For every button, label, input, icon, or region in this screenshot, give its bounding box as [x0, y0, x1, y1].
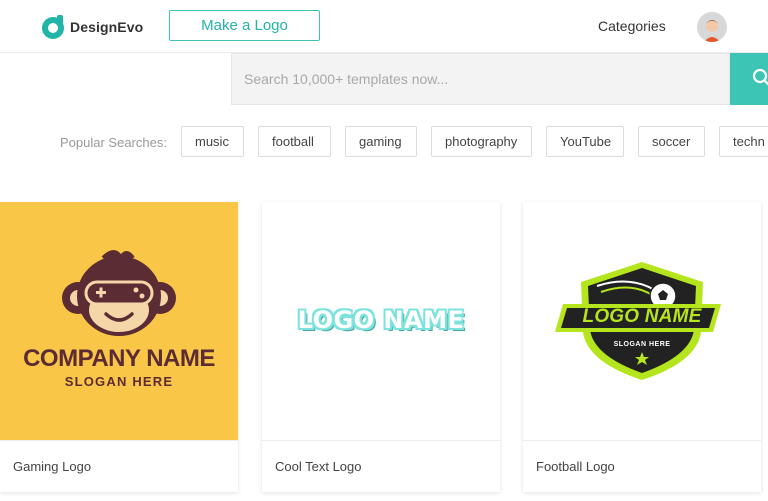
avatar-icon — [697, 12, 727, 42]
monkey-gamer-icon — [62, 250, 176, 336]
football-logo-preview[interactable]: LOGO NAME SLOGAN HERE — [523, 202, 761, 440]
card-caption[interactable]: Cool Text Logo — [262, 440, 500, 492]
card-caption[interactable]: Football Logo — [523, 440, 761, 492]
user-avatar[interactable] — [697, 12, 727, 42]
chip-photography[interactable]: photography — [431, 126, 532, 157]
chip-music[interactable]: music — [181, 126, 244, 157]
make-a-logo-button[interactable]: Make a Logo — [169, 10, 320, 41]
search-icon — [752, 68, 768, 86]
chip-youtube[interactable]: YouTube — [546, 126, 624, 157]
popular-searches-chips: music football gaming photography YouTub… — [181, 126, 768, 159]
chip-gaming[interactable]: gaming — [345, 126, 417, 157]
template-card-gaming[interactable]: COMPANY NAME SLOGAN HERE Gaming Logo — [0, 202, 238, 492]
chip-technology[interactable]: techn — [719, 126, 768, 157]
popular-searches-label: Popular Searches: — [60, 135, 167, 150]
football-logo-name: LOGO NAME — [582, 306, 702, 327]
brand-name: DesignEvo — [70, 19, 144, 35]
template-card-cool-text[interactable]: LOGO NAME Cool Text Logo — [262, 202, 500, 492]
categories-menu[interactable]: Categories — [598, 18, 666, 34]
search-input[interactable] — [232, 54, 729, 104]
football-slogan: SLOGAN HERE — [613, 341, 671, 348]
top-header: DesignEvo Make a Logo Categories — [0, 0, 768, 53]
chip-football[interactable]: football — [258, 126, 331, 157]
chip-soccer[interactable]: soccer — [638, 126, 705, 157]
gaming-slogan: SLOGAN HERE — [64, 374, 174, 389]
search-box — [231, 53, 730, 105]
designevo-logo[interactable]: DesignEvo — [40, 13, 143, 41]
gaming-company-name: COMPANY NAME — [23, 345, 215, 372]
cool-text-logo-preview[interactable]: LOGO NAME — [262, 202, 500, 440]
card-caption[interactable]: Gaming Logo — [0, 440, 238, 492]
gaming-logo-preview[interactable]: COMPANY NAME SLOGAN HERE — [0, 202, 238, 440]
cool-text-logo-name: LOGO NAME — [297, 306, 465, 334]
template-card-football[interactable]: LOGO NAME SLOGAN HERE Football Logo — [523, 202, 761, 492]
designevo-logo-icon — [42, 15, 64, 39]
search-button[interactable] — [730, 53, 768, 105]
